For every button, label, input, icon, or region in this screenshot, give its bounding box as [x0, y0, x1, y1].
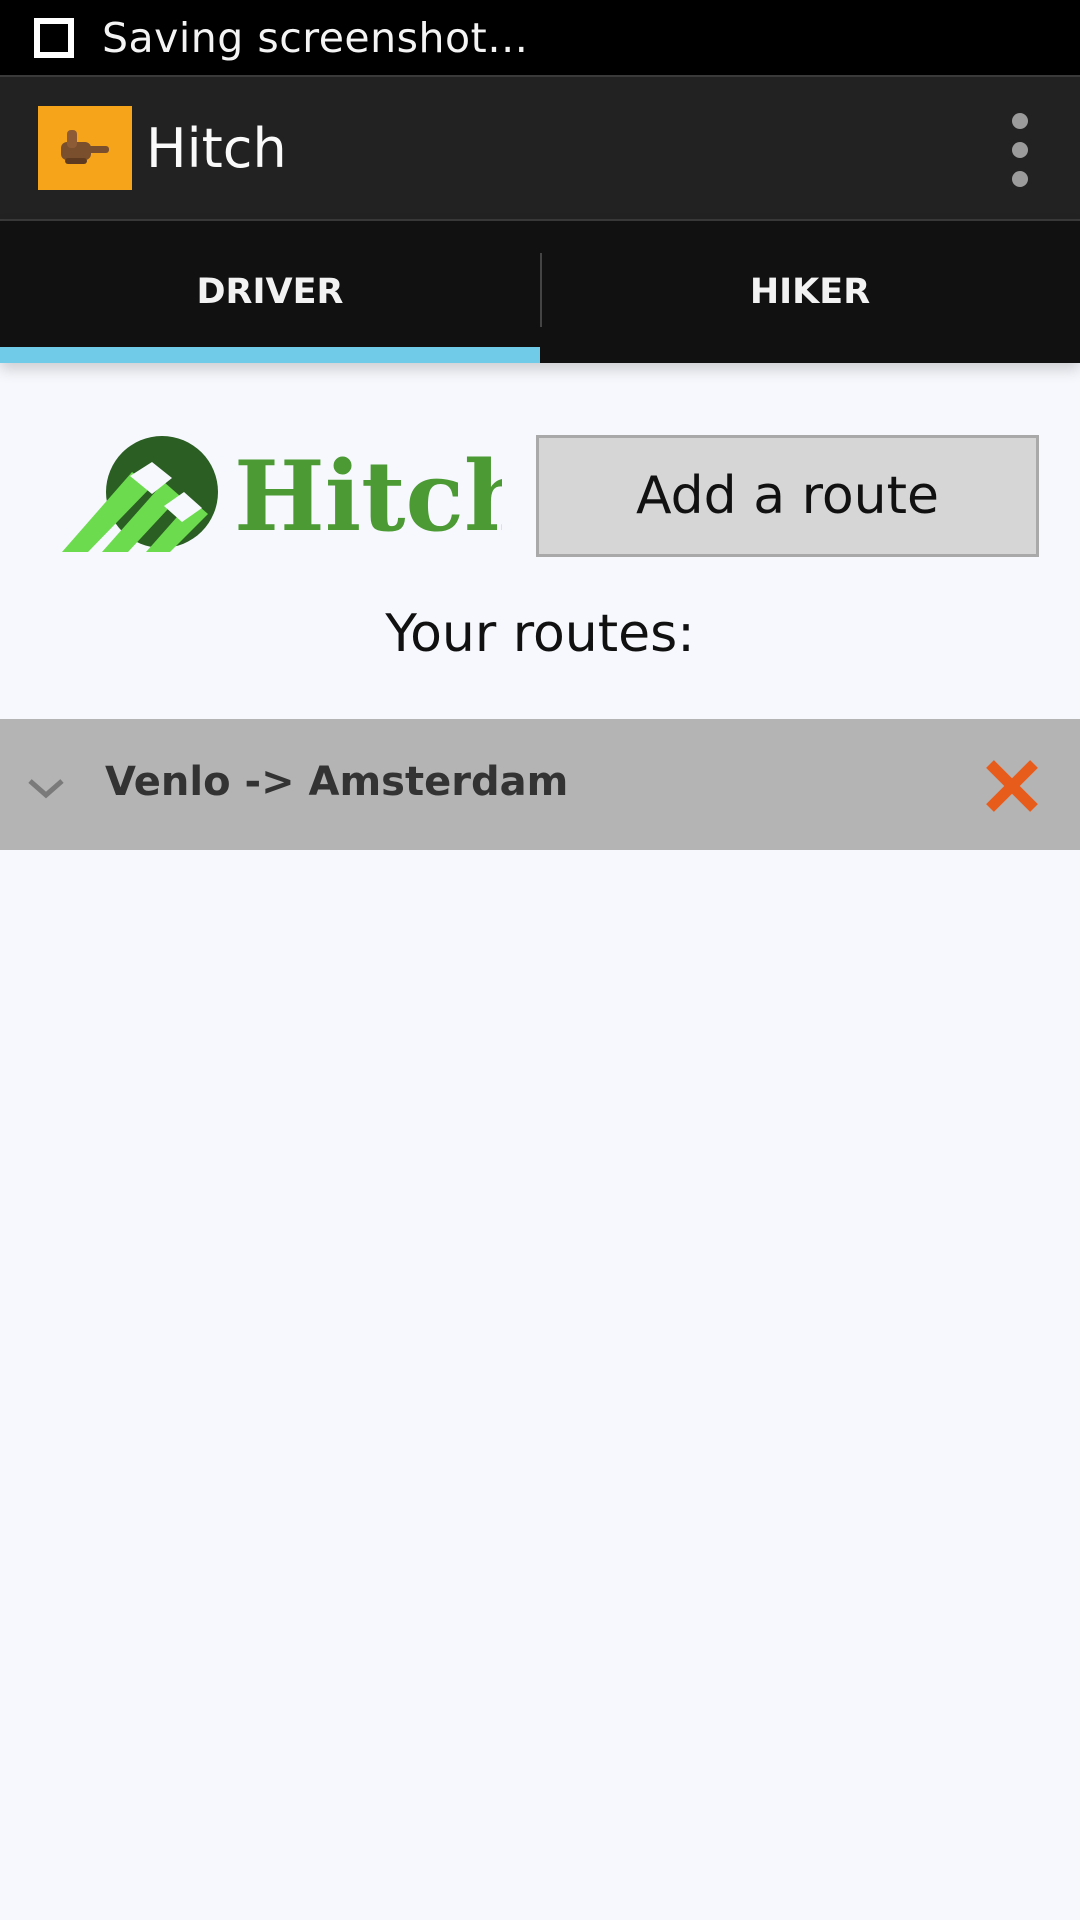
chevron-down-icon[interactable] — [26, 769, 66, 809]
overflow-menu-icon — [1012, 113, 1028, 129]
status-bar: Saving screenshot… — [0, 0, 1080, 75]
action-bar: Hitch — [0, 75, 1080, 221]
add-route-button[interactable]: Add a route — [536, 435, 1039, 557]
selected-tab-indicator — [0, 347, 540, 363]
routes-heading: Your routes: — [385, 604, 695, 664]
logo-text: Hitch — [234, 440, 502, 553]
tab-bar: DRIVER HIKER — [0, 221, 1080, 363]
tab-driver-label: DRIVER — [196, 272, 344, 312]
route-label: Venlo -> Amsterdam — [105, 759, 569, 805]
hitch-logo: Hitch — [52, 422, 534, 562]
tab-hiker[interactable]: HIKER — [540, 221, 1080, 363]
thumbs-up-icon — [38, 106, 132, 190]
status-text: Saving screenshot… — [102, 13, 529, 62]
route-list-item[interactable]: Venlo -> Amsterdam — [0, 719, 1080, 850]
tab-driver[interactable]: DRIVER — [0, 221, 540, 363]
overflow-menu-button[interactable] — [1000, 113, 1040, 187]
app-title: Hitch — [146, 116, 287, 180]
close-icon[interactable] — [984, 758, 1040, 814]
tab-hiker-label: HIKER — [749, 272, 871, 312]
screenshot-notification-icon — [34, 17, 74, 58]
